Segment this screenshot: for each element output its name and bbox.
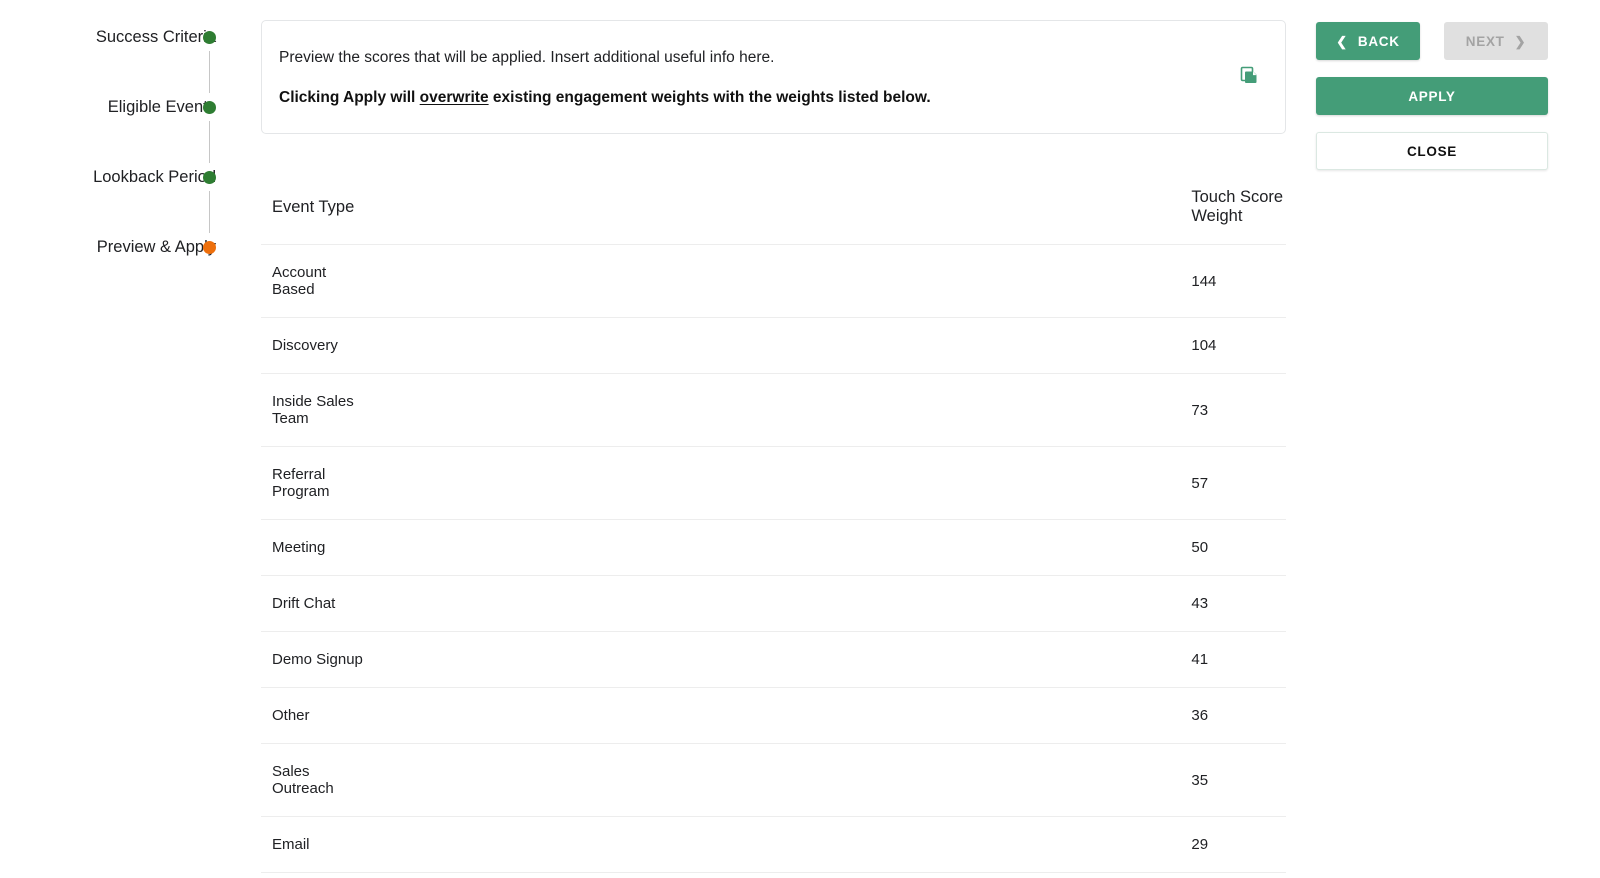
table-row: Meeting 50 [261,519,1286,576]
weights-table-body: Account Based 144 Discovery 104 Inside Sales… [261,244,1286,878]
cell-event-type: Email [261,816,364,873]
cell-touch-score-weight: 41 [363,631,1286,688]
step-label-lookback-period: Lookback Period [93,168,216,186]
banner-warning-emphasis: overwrite [419,89,489,106]
cell-event-type: Other [261,687,364,744]
next-button[interactable]: NEXT ❯ [1444,22,1548,60]
sidebar-item-eligible-events[interactable]: Eligible Events [0,97,240,167]
cell-event-type: Meeting [261,519,364,576]
step-label-preview-and-apply: Preview & Apply [96,238,216,256]
chevron-left-icon: ❮ [1336,33,1348,49]
step-label-eligible-events: Eligible Events [107,98,216,116]
table-row: Inside Sales Team 73 [261,373,1286,447]
table-row: Sales Outreach 35 [261,743,1286,817]
cell-event-type: Inside Sales Team [261,373,364,447]
table-row: Demo Signup 41 [261,631,1286,688]
cell-event-type: Referral Program [261,446,364,520]
cell-touch-score-weight: 35 [363,743,1286,817]
sidebar-item-preview-and-apply[interactable]: Preview & Apply [0,237,240,307]
table-header-row: Event Type Touch Score Weight [261,168,1286,245]
step-connector-1 [208,51,210,93]
column-header-touch-score-weight: Touch Score Weight [363,168,1286,245]
step-dot-success-criteria [203,31,216,44]
copy-icon[interactable] [1239,65,1259,85]
step-label-success-criteria: Success Criteria [95,28,216,46]
chevron-right-icon: ❯ [1514,33,1527,49]
step-connector-3 [208,191,210,233]
sidebar-item-success-criteria[interactable]: Success Criteria [0,27,240,97]
table-row: Account Based 144 [261,244,1286,318]
table-row: Referral Program 57 [261,446,1286,520]
apply-button[interactable]: APPLY [1316,77,1548,115]
table-row: Discovery 104 [261,317,1286,374]
cell-event-type: Sales Outreach [261,743,364,817]
cell-touch-score-weight: 73 [363,373,1286,447]
cell-touch-score-weight: 57 [363,446,1286,520]
close-button-label: CLOSE [1406,143,1457,159]
weights-table: Event Type Touch Score Weight Account Ba… [261,168,1286,878]
apply-button-label: APPLY [1408,88,1456,104]
cell-touch-score-weight: 23 [363,872,1286,878]
banner-description: Preview the scores that will be applied.… [279,49,775,66]
table-row: DocSend Visit23 [261,872,1286,878]
table-row: Drift Chat 43 [261,575,1286,632]
back-button-label: BACK [1357,33,1400,49]
action-buttons: ❮ BACK NEXT ❯ APPLY CLOSE [1316,22,1548,170]
table-row: Other 36 [261,687,1286,744]
back-button[interactable]: ❮ BACK [1316,22,1420,60]
preview-and-apply-screen: Success Criteria Eligible Events Lookbac… [0,0,1600,878]
weights-table-head: Event Type Touch Score Weight [261,168,1286,245]
weights-table-container: Event Type Touch Score Weight Account Ba… [261,168,1286,878]
cell-event-type: DocSend Visit [261,872,364,878]
step-connector-2 [208,121,210,163]
cell-touch-score-weight: 36 [363,687,1286,744]
sidebar-item-lookback-period[interactable]: Lookback Period [0,167,240,237]
cell-touch-score-weight: 144 [363,244,1286,318]
cell-touch-score-weight: 43 [363,575,1286,632]
close-button[interactable]: CLOSE [1316,132,1548,170]
cell-event-type: Demo Signup [261,631,364,688]
cell-touch-score-weight: 104 [363,317,1286,374]
table-row: Email 29 [261,816,1286,873]
cell-event-type: Account Based [261,244,364,318]
wizard-stepper: Success Criteria Eligible Events Lookbac… [0,0,240,878]
nav-button-row: ❮ BACK NEXT ❯ [1316,22,1548,60]
banner-warning: Clicking Apply will overwrite existing e… [279,87,1255,109]
cell-touch-score-weight: 29 [363,816,1286,873]
info-banner: Preview the scores that will be applied.… [261,20,1286,134]
banner-warning-prefix: Clicking Apply will [279,89,420,106]
cell-event-type: Discovery [261,317,364,374]
cell-touch-score-weight: 50 [363,519,1286,576]
cell-event-type: Drift Chat [261,575,364,632]
next-button-label: NEXT [1465,33,1505,49]
banner-warning-suffix: existing engagement weights with the wei… [488,89,931,106]
step-dot-preview-and-apply [203,241,216,254]
column-header-event-type: Event Type [261,168,364,245]
step-dot-eligible-events [203,101,216,114]
step-dot-lookback-period [203,171,216,184]
